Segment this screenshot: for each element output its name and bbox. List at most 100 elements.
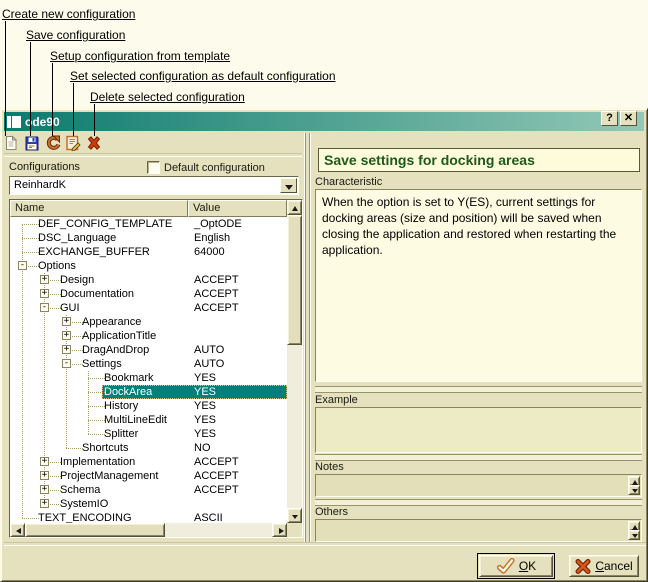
tree-row[interactable]: DockAreaYES (10, 385, 287, 399)
tree-node-value: YES (194, 427, 216, 441)
tree-node-label[interactable]: Documentation (60, 287, 134, 301)
default-configuration-label: Default configuration (164, 162, 265, 174)
tree-node-label[interactable]: Appearance (82, 315, 141, 329)
expand-toggle[interactable]: + (40, 275, 49, 284)
scroll-down-button[interactable] (628, 530, 640, 540)
cancel-button[interactable]: Cancel (569, 555, 639, 577)
tree-horizontal-scrollbar[interactable] (10, 523, 287, 537)
tree-row[interactable]: + ApplicationTitle (10, 329, 287, 343)
scroll-right-button[interactable] (272, 523, 287, 537)
expand-toggle[interactable]: + (40, 471, 49, 480)
tree-node-label[interactable]: ApplicationTitle (82, 329, 156, 343)
tree-node-label[interactable]: GUI (60, 301, 80, 315)
configuration-select[interactable]: ReinhardK (9, 176, 299, 195)
section-splitter[interactable] (315, 386, 642, 393)
tree-row[interactable]: DSC_LanguageEnglish (10, 231, 287, 245)
expand-toggle[interactable]: + (40, 499, 49, 508)
collapse-toggle[interactable]: - (62, 359, 71, 368)
tree-row[interactable]: TEXT_ENCODINGASCII (10, 511, 287, 523)
scroll-thumb[interactable] (287, 215, 302, 345)
tree-node-label[interactable]: Implementation (60, 455, 135, 469)
tree-node-label[interactable]: DragAndDrop (82, 343, 149, 357)
tree-guide-stub (66, 448, 83, 449)
tree-row[interactable]: +DocumentationACCEPT (10, 287, 287, 301)
tree-row[interactable]: ShortcutsNO (10, 441, 287, 455)
tree-node-label[interactable]: Schema (60, 483, 100, 497)
expand-toggle[interactable]: + (40, 457, 49, 466)
expand-toggle[interactable]: + (62, 345, 71, 354)
callout-line (5, 21, 6, 136)
tree-row[interactable]: Splitter YES (10, 427, 287, 441)
tree-node-label[interactable]: TEXT_ENCODING (38, 511, 132, 523)
panel-splitter[interactable] (304, 133, 311, 543)
expand-toggle[interactable]: + (62, 331, 71, 340)
tree-node-label[interactable]: DockArea (104, 385, 152, 399)
tree-guide-stub (88, 378, 105, 379)
tree-guide-stub (88, 406, 105, 407)
tree-row[interactable]: DEF_CONFIG_TEMPLATE_OptODE (10, 217, 287, 231)
ok-button[interactable]: OK (477, 553, 555, 579)
scroll-left-button[interactable] (10, 523, 25, 537)
others-box[interactable] (315, 519, 642, 542)
tree-row[interactable]: -GUIACCEPT (10, 301, 287, 315)
tree-row[interactable]: MultiLineEditYES (10, 413, 287, 427)
tree-row[interactable]: +DragAndDropAUTO (10, 343, 287, 357)
tree-node-label[interactable]: Design (60, 273, 94, 287)
tree-row[interactable]: +DesignACCEPT (10, 273, 287, 287)
scroll-down-button[interactable] (287, 508, 302, 523)
column-header-name[interactable]: Name (10, 200, 188, 217)
tree-row[interactable]: History YES (10, 399, 287, 413)
expand-toggle[interactable]: + (40, 485, 49, 494)
tree-row[interactable]: BookmarkYES (10, 371, 287, 385)
collapse-toggle[interactable]: - (18, 261, 27, 270)
tree-node-label[interactable]: Splitter (104, 427, 138, 441)
callout-delete-configuration: Delete selected configuration (90, 90, 245, 104)
close-button[interactable]: ✕ (620, 111, 637, 126)
tree-node-label[interactable]: Settings (82, 357, 122, 371)
collapse-toggle[interactable]: - (40, 303, 49, 312)
tree-row[interactable]: EXCHANGE_BUFFER64000 (10, 245, 287, 259)
notes-box[interactable] (315, 474, 642, 497)
tree-node-label[interactable]: History (104, 399, 138, 413)
tree-node-label[interactable]: Options (38, 259, 76, 273)
scroll-down-button[interactable] (628, 485, 640, 495)
help-button[interactable]: ? (601, 111, 618, 126)
delete-configuration-button[interactable] (86, 135, 102, 151)
setup-from-template-button[interactable] (45, 135, 61, 151)
section-splitter[interactable] (315, 454, 642, 461)
tree-row[interactable]: + Appearance (10, 315, 287, 329)
tree-node-label[interactable]: ProjectManagement (60, 469, 158, 483)
others-scrollbar[interactable] (628, 521, 640, 540)
tree-node-label[interactable]: DSC_Language (38, 231, 116, 245)
save-configuration-button[interactable] (24, 135, 40, 151)
configuration-tree: Name Value DEF_CONFIG_TEMPLATE_OptODEDSC… (9, 199, 303, 538)
tree-node-value: ACCEPT (194, 483, 239, 497)
notes-scrollbar[interactable] (628, 476, 640, 495)
example-box[interactable] (315, 407, 642, 453)
tree-node-label[interactable]: SystemIO (60, 497, 108, 511)
configuration-select-arrow[interactable] (280, 178, 297, 193)
tree-row[interactable]: -SettingsAUTO (10, 357, 287, 371)
tree-node-value: YES (194, 399, 216, 413)
expand-toggle[interactable]: + (62, 317, 71, 326)
tree-row[interactable]: + SystemIO (10, 497, 287, 511)
section-splitter[interactable] (315, 499, 642, 506)
new-configuration-button[interactable] (3, 135, 19, 151)
tree-node-label[interactable]: MultiLineEdit (104, 413, 167, 427)
tree-node-label[interactable]: Bookmark (104, 371, 154, 385)
expand-toggle[interactable]: + (40, 289, 49, 298)
tree-vertical-scrollbar[interactable] (287, 200, 302, 523)
tree-row[interactable]: - Options (10, 259, 287, 273)
scroll-thumb[interactable] (25, 523, 165, 537)
characteristic-box[interactable]: When the option is set to Y(ES), current… (315, 189, 642, 382)
column-header-value[interactable]: Value (188, 200, 287, 217)
default-configuration-checkbox[interactable] (147, 161, 160, 174)
tree-node-label[interactable]: DEF_CONFIG_TEMPLATE (38, 217, 172, 231)
tree-row[interactable]: +ImplementationACCEPT (10, 455, 287, 469)
tree-node-label[interactable]: Shortcuts (82, 441, 128, 455)
tree-row[interactable]: + Schema ACCEPT (10, 483, 287, 497)
set-default-configuration-button[interactable] (65, 135, 81, 151)
tree-node-label[interactable]: EXCHANGE_BUFFER (38, 245, 150, 259)
scroll-up-button[interactable] (287, 200, 302, 215)
tree-row[interactable]: +ProjectManagementACCEPT (10, 469, 287, 483)
